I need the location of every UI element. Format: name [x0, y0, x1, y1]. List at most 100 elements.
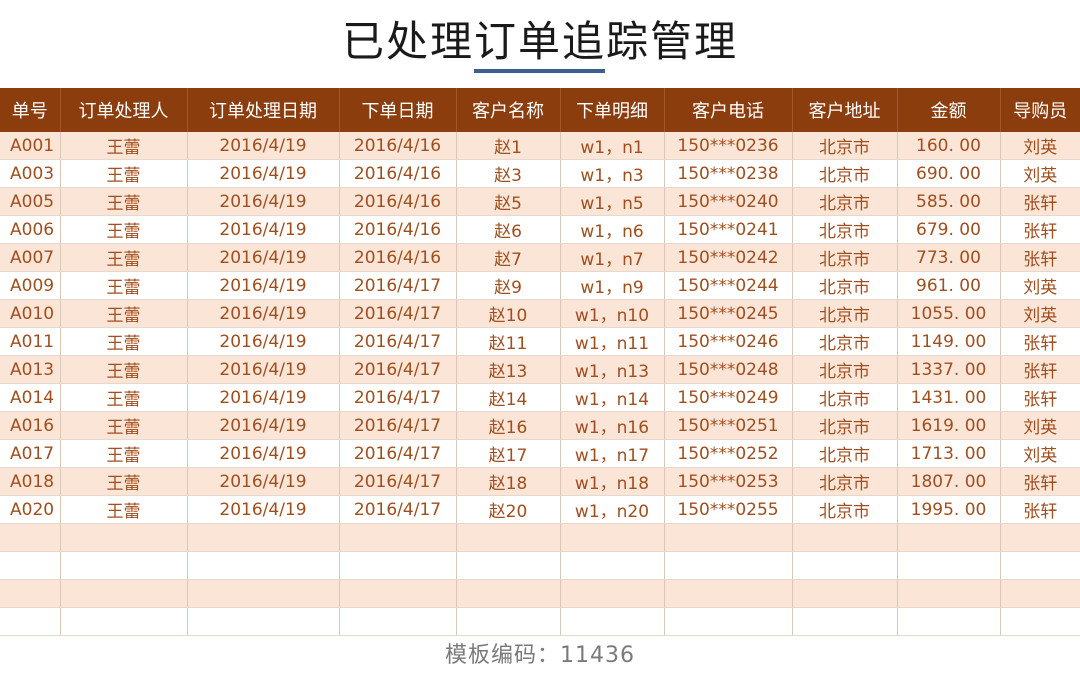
title-underline	[474, 69, 605, 73]
table-row: A010 王蕾 2016/4/19 2016/4/17 赵10 w1，n10 150***0…	[0, 299, 1080, 328]
table-cell	[0, 551, 61, 580]
table-cell: 690. 00	[897, 159, 1001, 188]
table-cell: 赵20	[456, 495, 561, 524]
orders-table: 单号 订单处理人 订单处理日期 下单日期 客户名称 下单明细 客户电话 客户地址 金额 导购员 A…	[0, 88, 1080, 636]
column-header: 单号	[0, 88, 61, 132]
column-header: 下单明细	[560, 88, 665, 132]
table-cell	[897, 579, 1001, 608]
table-body: A001 王蕾 2016/4/19 2016/4/16 赵1 w1，n1 150***023…	[0, 132, 1080, 636]
table-cell: 2016/4/19	[187, 327, 340, 356]
table-cell: 张轩	[1000, 327, 1080, 356]
table-cell: w1，n16	[560, 411, 665, 440]
table-cell: 张轩	[1000, 243, 1080, 272]
table-cell	[1000, 579, 1080, 608]
table-cell: 赵10	[456, 299, 561, 328]
table-cell: 张轩	[1000, 495, 1080, 524]
table-cell: 1431. 00	[897, 383, 1001, 412]
table-cell: w1，n9	[560, 271, 665, 300]
table-cell: 1619. 00	[897, 411, 1001, 440]
table-cell: 2016/4/16	[339, 187, 457, 216]
table-cell: 北京市	[792, 271, 898, 300]
table-row: A001 王蕾 2016/4/19 2016/4/16 赵1 w1，n1 150***023…	[0, 132, 1080, 160]
column-header: 客户地址	[792, 88, 898, 132]
table-cell	[339, 579, 457, 608]
table-cell: 150***0242	[664, 243, 793, 272]
table-row: A017 王蕾 2016/4/19 2016/4/17 赵17 w1，n17 150***0…	[0, 439, 1080, 468]
table-cell: 赵5	[456, 187, 561, 216]
table-cell: 北京市	[792, 439, 898, 468]
table-cell	[560, 579, 665, 608]
table-cell: 2016/4/17	[339, 327, 457, 356]
table-cell: A006	[0, 215, 61, 244]
table-cell: 北京市	[792, 383, 898, 412]
table-cell: 张轩	[1000, 187, 1080, 216]
table-cell: 王蕾	[60, 215, 188, 244]
table-cell: 王蕾	[60, 495, 188, 524]
table-cell: A020	[0, 495, 61, 524]
table-cell: 2016/4/19	[187, 495, 340, 524]
table-cell	[0, 579, 61, 608]
table-cell: 赵11	[456, 327, 561, 356]
table-cell	[1000, 551, 1080, 580]
table-cell: 1149. 00	[897, 327, 1001, 356]
table-cell	[339, 607, 457, 636]
table-cell: 王蕾	[60, 439, 188, 468]
table-cell: 张轩	[1000, 355, 1080, 384]
table-cell: 赵3	[456, 159, 561, 188]
table-cell: 2016/4/17	[339, 467, 457, 496]
table-row	[0, 607, 1080, 636]
table-cell: 刘英	[1000, 299, 1080, 328]
table-cell: 赵9	[456, 271, 561, 300]
table-cell: 2016/4/19	[187, 159, 340, 188]
table-cell: 1055. 00	[897, 299, 1001, 328]
table-cell	[560, 523, 665, 552]
table-cell: 王蕾	[60, 243, 188, 272]
table-cell: A005	[0, 187, 61, 216]
table-cell: w1，n13	[560, 355, 665, 384]
table-cell	[60, 523, 188, 552]
table-row: A003 王蕾 2016/4/19 2016/4/16 赵3 w1，n3 150***023…	[0, 159, 1080, 188]
table-cell: 773. 00	[897, 243, 1001, 272]
table-cell: 2016/4/16	[339, 132, 457, 160]
table-cell: A014	[0, 383, 61, 412]
table-cell: 王蕾	[60, 271, 188, 300]
table-row: A018 王蕾 2016/4/19 2016/4/17 赵18 w1，n18 150***0…	[0, 467, 1080, 496]
table-cell: 150***0248	[664, 355, 793, 384]
table-cell: 张轩	[1000, 215, 1080, 244]
table-cell	[0, 523, 61, 552]
table-cell: 150***0245	[664, 299, 793, 328]
table-cell	[664, 579, 793, 608]
table-cell: 2016/4/19	[187, 187, 340, 216]
column-header: 客户电话	[664, 88, 793, 132]
table-cell	[187, 579, 340, 608]
table-row: A011 王蕾 2016/4/19 2016/4/17 赵11 w1，n11 150***0…	[0, 327, 1080, 356]
table-cell: 2016/4/17	[339, 299, 457, 328]
table-cell: w1，n20	[560, 495, 665, 524]
table-row: A016 王蕾 2016/4/19 2016/4/17 赵16 w1，n16 150***0…	[0, 411, 1080, 440]
table-cell: 585. 00	[897, 187, 1001, 216]
table-cell: 150***0253	[664, 467, 793, 496]
table-cell: w1，n3	[560, 159, 665, 188]
table-row	[0, 551, 1080, 580]
table-cell: 刘英	[1000, 271, 1080, 300]
table-cell: w1，n10	[560, 299, 665, 328]
column-header: 下单日期	[339, 88, 457, 132]
table-cell: 赵14	[456, 383, 561, 412]
table-cell: 赵1	[456, 132, 561, 160]
table-cell	[187, 551, 340, 580]
table-cell: 王蕾	[60, 299, 188, 328]
table-cell: 王蕾	[60, 383, 188, 412]
table-cell: 王蕾	[60, 411, 188, 440]
table-cell: 赵13	[456, 355, 561, 384]
table-cell	[560, 551, 665, 580]
table-cell	[792, 523, 898, 552]
table-cell	[456, 607, 561, 636]
table-row	[0, 523, 1080, 552]
table-cell: 北京市	[792, 495, 898, 524]
table-cell: 赵6	[456, 215, 561, 244]
table-cell: 王蕾	[60, 187, 188, 216]
table-cell	[664, 607, 793, 636]
table-cell: 北京市	[792, 243, 898, 272]
table-cell: 刘英	[1000, 132, 1080, 160]
table-row: A020 王蕾 2016/4/19 2016/4/17 赵20 w1，n20 150***0…	[0, 495, 1080, 524]
